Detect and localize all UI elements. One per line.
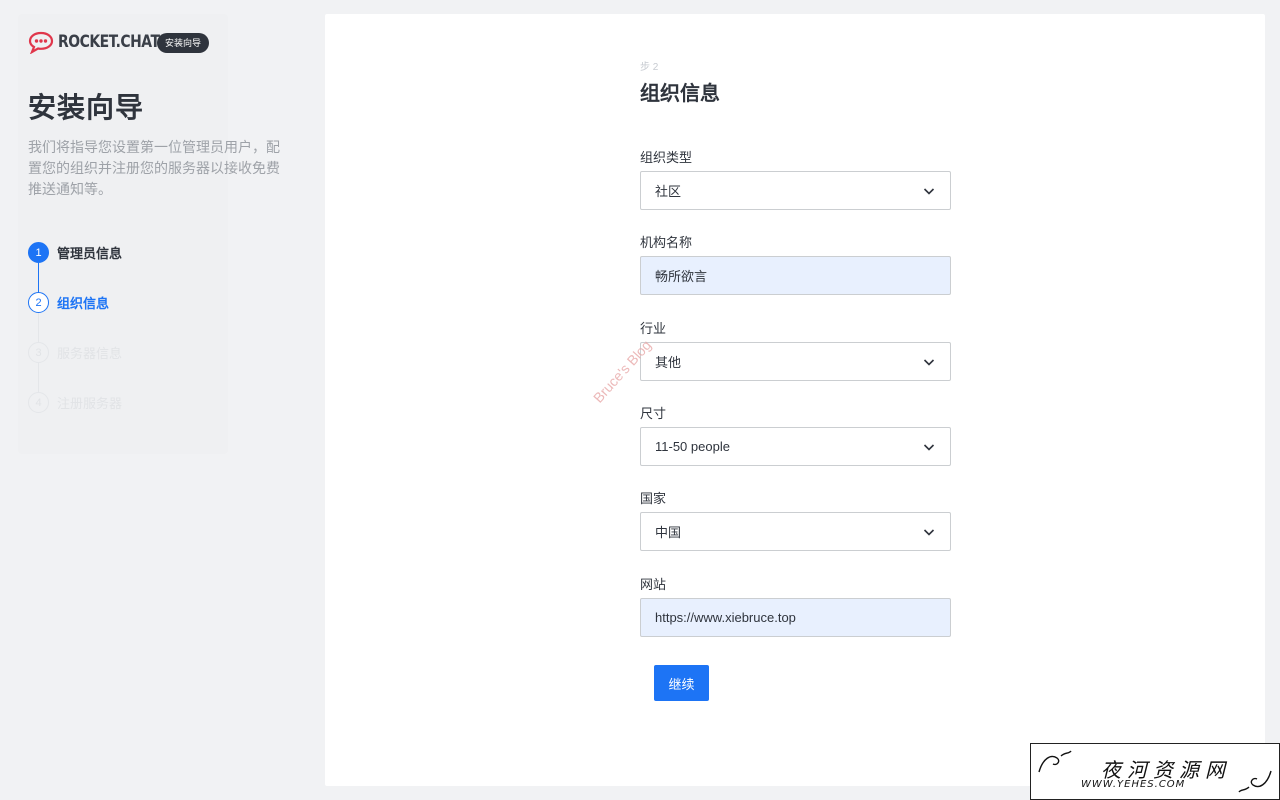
step-label: 组织信息 <box>57 296 110 311</box>
size-select[interactable]: 11-50 people <box>640 427 951 466</box>
chevron-down-icon <box>923 358 935 366</box>
form-title: 组织信息 <box>640 83 720 105</box>
chevron-down-icon <box>923 528 935 536</box>
step-indicator: 步 2 <box>640 62 659 73</box>
wizard-description: 我们将指导您设置第一位管理员用户，配置您的组织并注册您的服务器以接收免费推送通知… <box>28 139 280 197</box>
industry-value: 其他 <box>655 355 682 370</box>
country-value: 中国 <box>655 525 682 540</box>
website-value: https://www.xiebruce.top <box>655 610 796 625</box>
step-admin-info: 1 管理员信息 <box>28 242 122 263</box>
step-label: 管理员信息 <box>57 246 123 261</box>
org-type-value: 社区 <box>655 184 682 199</box>
step-register-server: 4 注册服务器 <box>28 392 122 413</box>
country-select[interactable]: 中国 <box>640 512 951 551</box>
step-connector <box>38 263 39 293</box>
setup-wizard-badge: 安装向导 <box>157 33 210 53</box>
rocket-chat-logo-icon <box>28 31 54 54</box>
sidebar: ROCKET.CHAT 安装向导 安装向导 我们将指导您设置第一位管理员用户，配… <box>0 0 300 800</box>
sidebar-panel <box>18 14 228 454</box>
step-label: 注册服务器 <box>57 396 123 411</box>
industry-label: 行业 <box>640 321 667 336</box>
org-name-input[interactable]: 畅所欲言 <box>640 256 951 295</box>
step-label: 服务器信息 <box>57 346 123 361</box>
country-label: 国家 <box>640 491 667 506</box>
chevron-down-icon <box>923 187 935 195</box>
step-connector <box>38 363 39 392</box>
stamp-url: WWW.YEHES.COM <box>1081 779 1186 790</box>
continue-button[interactable]: 继续 <box>654 665 709 701</box>
website-label: 网站 <box>640 577 667 592</box>
org-name-label: 机构名称 <box>640 235 693 250</box>
ornament-icon <box>1038 750 1072 773</box>
brand-name: ROCKET.CHAT <box>58 32 160 52</box>
step-number: 2 <box>28 292 49 313</box>
org-type-label: 组织类型 <box>640 150 693 165</box>
org-type-select[interactable]: 社区 <box>640 171 951 210</box>
size-label: 尺寸 <box>640 406 667 421</box>
org-name-value: 畅所欲言 <box>655 269 708 284</box>
wizard-title: 安装向导 <box>28 91 145 124</box>
ornament-icon <box>1238 770 1272 793</box>
industry-select[interactable]: 其他 <box>640 342 951 381</box>
step-connector <box>38 313 39 342</box>
step-server-info: 3 服务器信息 <box>28 342 122 363</box>
main-card: 步 2 组织信息 组织类型 社区 机构名称 畅所欲言 行业 其他 尺寸 11-5… <box>325 14 1265 786</box>
chevron-down-icon <box>923 443 935 451</box>
step-organization-info: 2 组织信息 <box>28 292 109 313</box>
website-input[interactable]: https://www.xiebruce.top <box>640 598 951 637</box>
step-number: 4 <box>28 392 49 413</box>
step-number: 3 <box>28 342 49 363</box>
step-number: 1 <box>28 242 49 263</box>
size-value: 11-50 people <box>655 439 730 454</box>
site-stamp: 夜河资源网 WWW.YEHES.COM <box>1030 743 1280 800</box>
